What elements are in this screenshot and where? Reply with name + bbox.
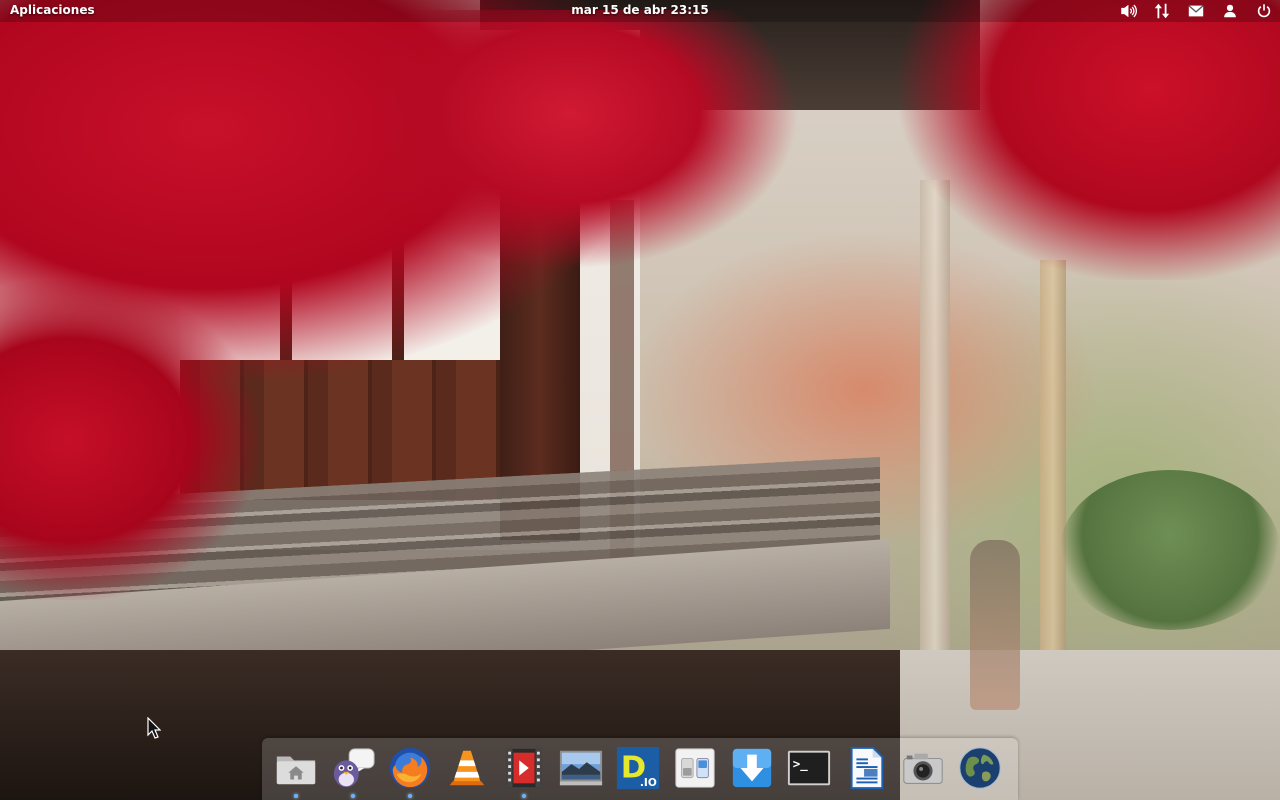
- clock-container: mar 15 de abr 23:15: [0, 3, 1280, 17]
- running-indicator: [294, 794, 298, 798]
- download-arrow-icon: [732, 748, 772, 788]
- running-indicator: [351, 794, 355, 798]
- draw-io-icon: D .IO: [616, 746, 660, 789]
- envelope-icon[interactable]: [1186, 1, 1206, 21]
- clock-indicator[interactable]: mar 15 de abr 23:15: [571, 3, 708, 17]
- running-indicator: [522, 794, 526, 798]
- globe-icon: [959, 747, 1001, 789]
- applications-menu-button[interactable]: Aplicaciones: [10, 3, 95, 17]
- dock-item-firefox[interactable]: [386, 744, 434, 798]
- dock-item-camera[interactable]: [899, 744, 947, 792]
- top-panel: Aplicaciones mar 15 de abr 23:15: [0, 0, 1280, 22]
- dock-item-downloads[interactable]: [728, 744, 776, 792]
- chat-bird-icon: [333, 748, 375, 788]
- traffic-cone-icon: [449, 750, 485, 786]
- wallpaper-maple-leaves-right: [900, 0, 1280, 280]
- dock-item-system-settings[interactable]: [671, 744, 719, 792]
- terminal-icon: >_: [787, 750, 831, 786]
- wallpaper-pillar-far: [1040, 260, 1066, 710]
- desktop[interactable]: Aplicaciones mar 15 de abr 23:15 D .IO >…: [0, 0, 1280, 800]
- folder-home-icon: [276, 756, 316, 785]
- user-icon[interactable]: [1220, 1, 1240, 21]
- dock-item-draw-io[interactable]: D .IO: [614, 744, 662, 792]
- power-icon[interactable]: [1254, 1, 1274, 21]
- dock-item-image-viewer[interactable]: [557, 744, 605, 792]
- dock-item-writer[interactable]: [842, 744, 890, 792]
- document-writer-icon: [850, 746, 884, 790]
- indicator-area: [1118, 0, 1274, 22]
- wallpaper-maple-leaves-branch: [380, 10, 800, 270]
- running-indicator: [408, 794, 412, 798]
- dock-item-pidgin[interactable]: [329, 744, 377, 798]
- draw-io-suffix: .IO: [640, 777, 657, 789]
- network-arrows-icon[interactable]: [1152, 1, 1172, 21]
- wallpaper-bush: [1060, 470, 1280, 630]
- film-play-icon: [506, 748, 542, 788]
- wallpaper-person: [970, 540, 1020, 710]
- dock: D .IO >_: [262, 738, 1018, 800]
- firefox-icon: [389, 747, 431, 789]
- speaker-icon[interactable]: [1118, 1, 1138, 21]
- wallpaper-maple-leaves-lower: [0, 280, 260, 600]
- mouse-pointer-icon: [147, 717, 161, 739]
- dock-item-earth[interactable]: [956, 744, 1004, 792]
- camera-icon: [903, 753, 943, 784]
- dock-item-files[interactable]: [272, 744, 320, 798]
- dock-item-video-editor[interactable]: [500, 744, 548, 798]
- toggle-switches-icon: [675, 748, 715, 788]
- terminal-prompt: >_: [793, 756, 808, 772]
- landscape-photo-icon: [559, 750, 603, 786]
- dock-item-terminal[interactable]: >_: [785, 744, 833, 792]
- dock-item-vlc[interactable]: [443, 744, 491, 792]
